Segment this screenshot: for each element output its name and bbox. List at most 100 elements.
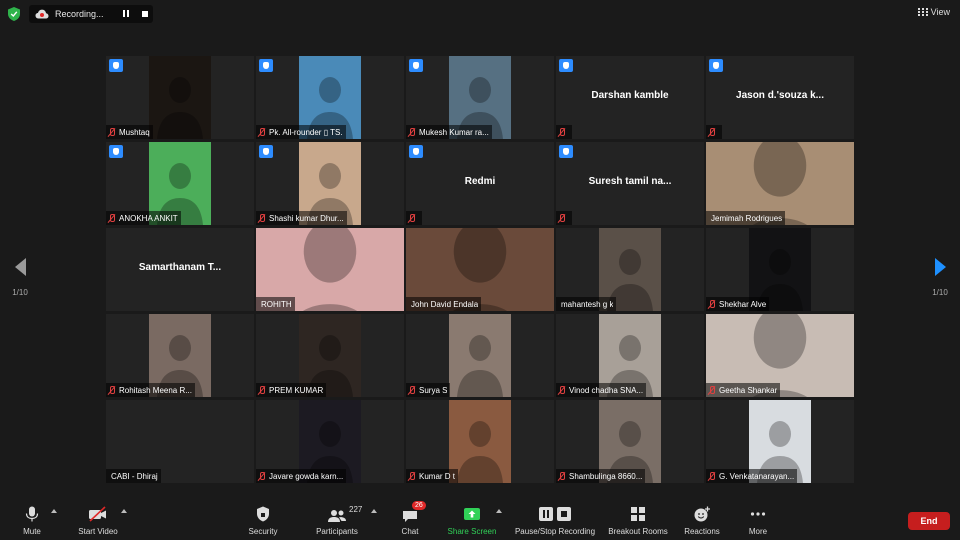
participant-tile[interactable]: Mukesh Kumar ra... [406,56,554,139]
person-silhouette-icon [457,335,503,397]
next-page-button[interactable]: 1/10 [925,258,955,297]
chat-button[interactable]: 26 Chat [398,501,426,536]
reactions-button[interactable]: Reactions [682,506,722,536]
previous-page-button[interactable]: 1/10 [5,258,35,297]
participant-nameplate: Vinod chadha SNA... [556,383,647,397]
person-silhouette-icon [157,77,203,139]
participant-name: mahantesh g k [561,299,614,309]
end-meeting-button[interactable]: End [908,512,950,530]
participant-nameplate: G. Venkatanarayan... [706,469,798,483]
participant-tile[interactable]: Geetha Shankar [706,314,854,397]
participant-nameplate: CABI - Dhiraj [106,469,161,483]
muted-mic-icon [558,471,566,481]
participant-name: Pk. All-rounder ▯ TS. [269,127,343,137]
participant-tile[interactable]: Jason d.'souza k... [706,56,854,139]
mute-label: Mute [23,527,41,536]
participants-icon [328,510,346,522]
participants-button[interactable]: 227 Participants [312,505,363,536]
chevron-up-icon[interactable] [496,509,502,513]
chevron-up-icon[interactable] [371,509,377,513]
raised-hand-icon [109,145,123,158]
video-off-icon [89,506,106,522]
participant-tile[interactable]: ANOKHA ANKIT [106,142,254,225]
more-button[interactable]: More [744,506,772,536]
muted-mic-icon [258,471,266,481]
reactions-label: Reactions [684,527,720,536]
participant-tile[interactable]: Javare gowda karn... [256,400,404,483]
participant-name-center: Darshan kamble [591,90,669,101]
participant-tile[interactable]: Jemimah Rodrigues [706,142,854,225]
participant-nameplate: mahantesh g k [556,297,617,311]
participant-tile[interactable]: John David Endala [406,228,554,311]
participant-nameplate [406,211,422,225]
participant-tile[interactable]: Darshan kamble [556,56,704,139]
participant-nameplate: ANOKHA ANKIT [106,211,181,225]
participant-name-center: Suresh tamil na... [588,176,672,187]
mute-button[interactable]: Mute [20,506,44,536]
share-screen-label: Share Screen [447,527,497,536]
participant-name: Surya S [419,385,448,395]
raised-hand-icon [409,59,423,72]
start-video-button[interactable]: Start Video [76,506,120,536]
participant-tile[interactable]: Redmi [406,142,554,225]
muted-mic-icon [258,385,266,395]
participant-video [149,56,211,139]
view-button[interactable]: View [917,7,950,17]
breakout-rooms-icon [631,507,645,521]
participant-tile[interactable]: Shambulinga 8660... [556,400,704,483]
participant-name: Shambulinga 8660... [569,471,643,481]
participant-count: 227 [349,505,363,514]
participant-tile[interactable]: CABI - Dhiraj [106,400,254,483]
top-bar: Recording... View [0,0,960,28]
raised-hand-icon [259,145,273,158]
cloud-recording-icon [35,9,49,19]
participant-tile[interactable]: Shashi kumar Dhur... [256,142,404,225]
person-silhouette-icon [457,421,503,483]
participant-name: Kumar D t [419,471,456,481]
chevron-up-icon[interactable] [121,509,127,513]
recording-indicator: Recording... [29,5,153,23]
pause-stop-recording-button[interactable]: Pause/Stop Recording [512,506,598,536]
participant-tile[interactable]: Pk. All-rounder ▯ TS. [256,56,404,139]
stop-recording-icon[interactable] [142,11,148,17]
pause-recording-icon[interactable] [122,10,130,18]
muted-mic-icon [708,385,716,395]
participant-tile[interactable]: G. Venkatanarayan... [706,400,854,483]
participant-name-center: Jason d.'souza k... [736,90,824,101]
page-indicator-right: 1/10 [932,288,948,297]
participant-tile[interactable]: Rohitash Meena R... [106,314,254,397]
participant-tile[interactable]: Mushtaq [106,56,254,139]
reactions-smiley-icon [694,506,710,522]
raised-hand-icon [559,145,573,158]
muted-mic-icon [108,127,116,137]
participant-name: Mushtaq [119,127,150,137]
participant-nameplate: Javare gowda karn... [256,469,347,483]
participant-tile[interactable]: Surya S [406,314,554,397]
breakout-rooms-label: Breakout Rooms [608,527,668,536]
participant-nameplate: Shashi kumar Dhur... [256,211,347,225]
view-label: View [930,7,950,17]
participant-name: Shashi kumar Dhur... [269,213,344,223]
participant-nameplate [556,125,572,139]
participant-tile[interactable]: PREM KUMAR [256,314,404,397]
participant-name: G. Venkatanarayan... [719,471,795,481]
encryption-shield-icon[interactable] [8,7,20,21]
participant-tile[interactable]: Shekhar Alve [706,228,854,311]
participant-tile[interactable]: Vinod chadha SNA... [556,314,704,397]
participant-tile[interactable]: ROHITH [256,228,404,311]
share-screen-icon [464,508,480,520]
participant-nameplate: Shekhar Alve [706,297,770,311]
arrow-left-icon [14,258,26,276]
chevron-up-icon[interactable] [51,509,57,513]
participant-name: PREM KUMAR [269,385,324,395]
security-button[interactable]: Security [244,506,282,536]
participant-tile[interactable]: Suresh tamil na... [556,142,704,225]
recording-status-text: Recording... [55,9,104,19]
participant-tile[interactable]: mahantesh g k [556,228,704,311]
participant-tile[interactable]: Samarthanam T... [106,228,254,311]
participant-tile[interactable]: Kumar D t [406,400,554,483]
gallery-grid-icon [917,7,928,17]
breakout-rooms-button[interactable]: Breakout Rooms [606,506,670,536]
muted-mic-icon [108,213,116,223]
share-screen-button[interactable]: Share Screen [446,506,498,536]
